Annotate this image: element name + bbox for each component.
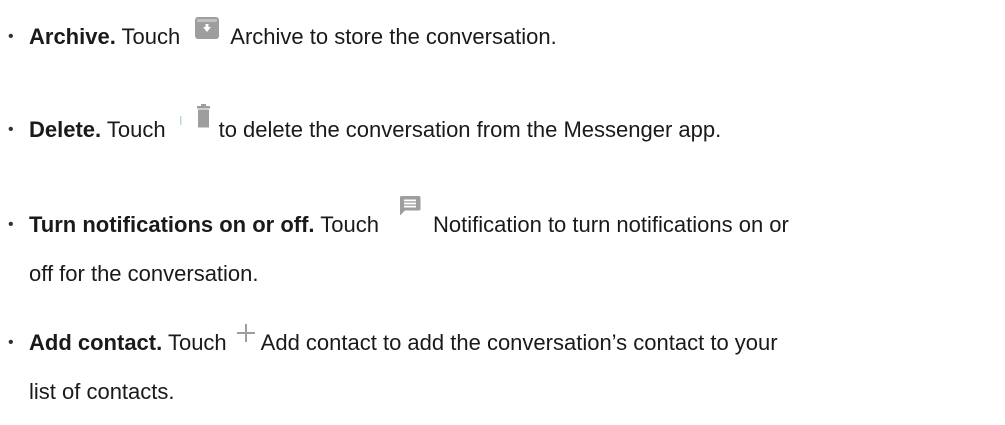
bullet-marker: • xyxy=(8,216,14,233)
item-title: Add contact. xyxy=(29,330,163,355)
item-touch: Touch xyxy=(167,330,227,355)
item-text-continued: list of contacts. xyxy=(29,379,175,404)
item-text: Add contact to add the conversation’s co… xyxy=(260,330,778,355)
item-line: Archive. Touch Archive to store the conve… xyxy=(29,12,557,61)
item-title: Turn notifications on or off. xyxy=(29,212,315,237)
item-title: Delete. xyxy=(29,117,102,142)
bullet-marker: • xyxy=(8,28,14,45)
notification-icon xyxy=(379,196,433,236)
item-text-continued: off for the conversation. xyxy=(29,261,259,286)
add-icon xyxy=(227,318,261,354)
item-touch: Touch xyxy=(121,24,181,49)
item-text: to delete the conversation from the Mess… xyxy=(218,117,722,142)
item-title: Archive. xyxy=(29,24,116,49)
item-touch: Touch xyxy=(106,117,166,142)
item-line: Turn notifications on or off. Touch Notif… xyxy=(29,196,789,249)
item-line: Add contact. Touch Add contact to add the… xyxy=(29,318,778,367)
bullet-marker: • xyxy=(8,334,14,351)
item-touch: Touch xyxy=(320,212,379,237)
item-line: Delete. Touch to delete the conversation … xyxy=(29,104,722,154)
item-text: Notification to turn notifications on or xyxy=(433,212,789,237)
item-text: Archive to store the conversation. xyxy=(230,24,557,49)
archive-icon xyxy=(180,12,230,48)
delete-icon xyxy=(166,104,219,141)
bullet-marker: • xyxy=(8,121,14,138)
help-page: { "items": [ { "title": "Archive.", "tou… xyxy=(0,0,1005,425)
